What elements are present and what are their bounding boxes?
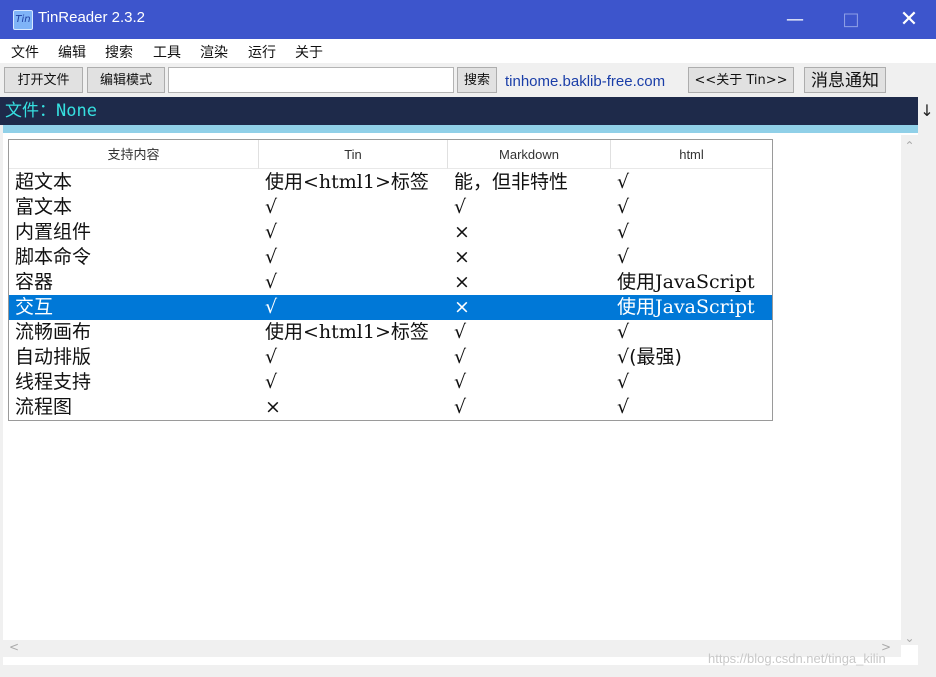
table-cell: √: [265, 196, 278, 218]
table-cell: √: [265, 296, 278, 318]
scroll-up-icon[interactable]: ⌃: [901, 139, 918, 153]
table-cell: √: [454, 371, 467, 393]
table-cell: ×: [454, 221, 470, 243]
table-cell: √: [617, 171, 630, 193]
table-cell: √: [265, 221, 278, 243]
table-cell: √: [617, 321, 630, 343]
maximize-button[interactable]: □: [828, 0, 874, 39]
menu-tools[interactable]: 工具: [153, 42, 181, 62]
table-header: 支持内容 Tin Markdown html: [9, 140, 772, 170]
table-row[interactable]: 富文本 √ √ √: [9, 195, 772, 220]
title-bar: Tin TinReader 2.3.2 — □ ✕: [0, 0, 936, 39]
table-cell: √: [617, 396, 630, 418]
table-row[interactable]: 容器 √ × 使用JavaScript: [9, 270, 772, 295]
menu-bar: 文件 编辑 搜索 工具 渲染 运行 关于: [0, 39, 936, 63]
notify-button[interactable]: 消息通知: [804, 67, 886, 93]
table-cell: 容器: [15, 271, 54, 293]
table-cell: √: [454, 396, 467, 418]
table-cell: ×: [265, 396, 281, 418]
menu-about[interactable]: 关于: [295, 42, 323, 62]
scroll-down-arrow-icon[interactable]: ↓: [918, 101, 936, 120]
table-cell: ×: [454, 246, 470, 268]
menu-file[interactable]: 文件: [11, 42, 39, 62]
header-tin[interactable]: Tin: [259, 140, 448, 169]
progress-strip: [3, 125, 918, 133]
table-cell: √: [265, 346, 278, 368]
table-cell: 使用<html1>标签: [265, 321, 429, 343]
table-cell: √: [454, 196, 467, 218]
table-cell: √(最强): [617, 346, 682, 368]
table-cell: 脚本命令: [15, 246, 92, 268]
table-row[interactable]: 交互 √ × 使用JavaScript: [9, 295, 772, 320]
app-icon: Tin: [13, 10, 33, 30]
table-row[interactable]: 超文本 使用<html1>标签 能，但非特性 √: [9, 170, 772, 195]
header-html[interactable]: html: [611, 140, 772, 169]
table-cell: 使用<html1>标签: [265, 171, 429, 193]
vertical-scrollbar[interactable]: ⌃ ⌄: [901, 135, 918, 645]
file-status-bar: 文件：None: [0, 97, 918, 125]
minimize-button[interactable]: —: [772, 0, 818, 39]
header-feature[interactable]: 支持内容: [9, 140, 259, 169]
outer-scrollbar[interactable]: ↓: [918, 97, 936, 677]
table-cell: √: [265, 246, 278, 268]
table-row[interactable]: 脚本命令 √ × √: [9, 245, 772, 270]
table-cell: 使用JavaScript: [617, 296, 755, 318]
search-input[interactable]: [168, 67, 454, 93]
table-cell: √: [617, 246, 630, 268]
table-cell: √: [617, 221, 630, 243]
table-cell: √: [265, 271, 278, 293]
toolbar: 打开文件 编辑模式 搜索 tinhome.baklib-free.com <<关…: [0, 63, 936, 97]
table-cell: 流畅画布: [15, 321, 92, 343]
table-row[interactable]: 线程支持 √ √ √: [9, 370, 772, 395]
window-title: TinReader 2.3.2: [38, 9, 146, 26]
table-cell: 能，但非特性: [454, 171, 569, 193]
scroll-left-icon[interactable]: <: [9, 640, 19, 654]
scroll-down-icon[interactable]: ⌄: [901, 631, 918, 645]
watermark: https://blog.csdn.net/tinga_kilin: [708, 651, 886, 666]
table-cell: ×: [454, 296, 470, 318]
table-cell: ×: [454, 271, 470, 293]
close-button[interactable]: ✕: [886, 0, 932, 39]
open-file-button[interactable]: 打开文件: [4, 67, 83, 93]
table-cell: √: [617, 196, 630, 218]
table-cell: √: [617, 371, 630, 393]
table-cell: 超文本: [15, 171, 73, 193]
menu-search[interactable]: 搜索: [105, 42, 133, 62]
table-row[interactable]: 流畅画布 使用<html1>标签 √ √: [9, 320, 772, 345]
about-tin-button[interactable]: <<关于 Tin>>: [688, 67, 794, 93]
table-cell: 线程支持: [15, 371, 92, 393]
menu-render[interactable]: 渲染: [200, 42, 228, 62]
table-row[interactable]: 自动排版 √ √ √(最强): [9, 345, 772, 370]
document-view: 支持内容 Tin Markdown html 超文本 使用<html1>标签 能，但…: [3, 125, 918, 665]
table-cell: 内置组件: [15, 221, 92, 243]
table-cell: √: [454, 321, 467, 343]
menu-edit[interactable]: 编辑: [58, 42, 86, 62]
search-button[interactable]: 搜索: [457, 67, 497, 93]
table-cell: 使用JavaScript: [617, 271, 755, 293]
table-row[interactable]: 流程图 × √ √: [9, 395, 772, 420]
table-cell: √: [454, 346, 467, 368]
edit-mode-button[interactable]: 编辑模式: [87, 67, 165, 93]
homepage-link[interactable]: tinhome.baklib-free.com: [505, 73, 665, 90]
table-cell: 富文本: [15, 196, 73, 218]
table-cell: 交互: [15, 296, 54, 318]
feature-table: 支持内容 Tin Markdown html 超文本 使用<html1>标签 能，但…: [8, 139, 773, 421]
table-cell: √: [265, 371, 278, 393]
table-row[interactable]: 内置组件 √ × √: [9, 220, 772, 245]
header-markdown[interactable]: Markdown: [448, 140, 611, 169]
table-cell: 自动排版: [15, 346, 92, 368]
table-cell: 流程图: [15, 396, 73, 418]
menu-run[interactable]: 运行: [248, 42, 276, 62]
